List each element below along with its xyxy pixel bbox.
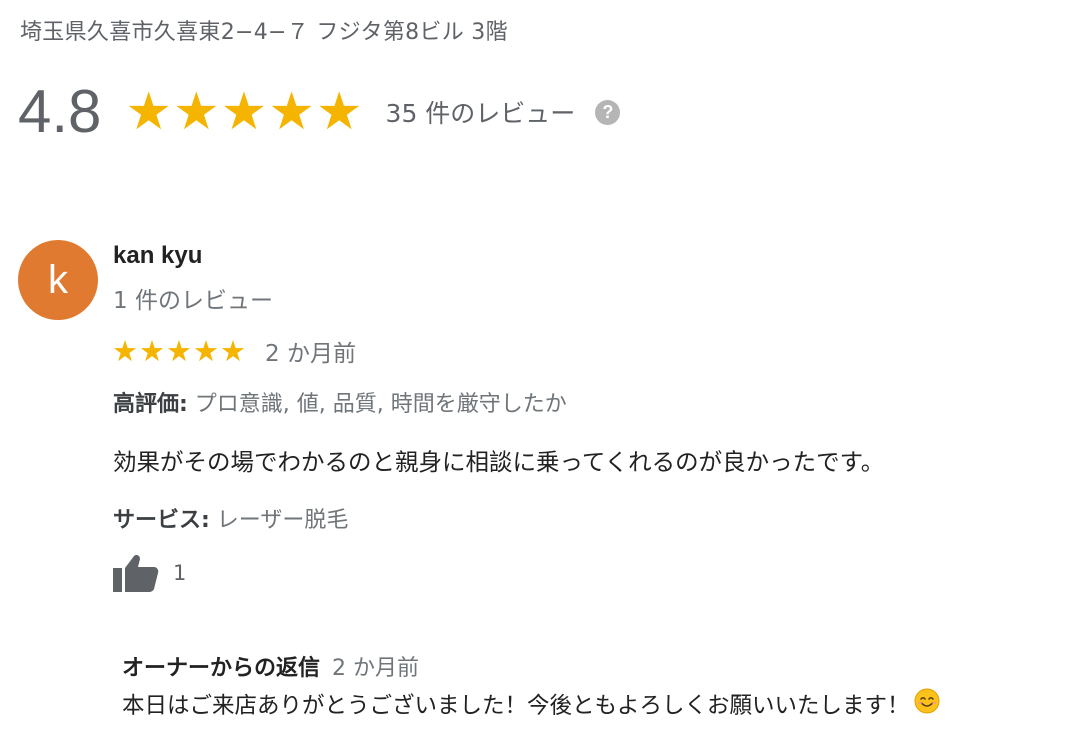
review-text: 効果がその場でわかるのと親身に相談に乗ってくれるのが良かったです。 xyxy=(113,448,885,476)
service-value: レーザー脱毛 xyxy=(209,508,349,533)
highlights-label: 高評価: xyxy=(113,392,188,417)
reviewer-review-count: 1 件のレビュー xyxy=(113,288,273,314)
star-icon: ★ xyxy=(193,333,219,368)
like-count: 1 xyxy=(173,561,187,585)
avatar[interactable]: k xyxy=(18,240,98,320)
star-icon: ★ xyxy=(315,82,363,142)
owner-reply-header: オーナーからの返信 2 か月前 xyxy=(122,650,940,682)
star-icon: ★ xyxy=(268,82,315,142)
review-service: サービス: レーザー脱毛 xyxy=(113,502,348,534)
owner-reply: オーナーからの返信 2 か月前 本日はご来店ありがとうございました！今後ともよろ… xyxy=(122,650,940,720)
review-date: 2 か月前 xyxy=(265,341,356,367)
smiling-face-icon xyxy=(914,688,940,720)
review-stars: ★ ★ ★ ★ ★ xyxy=(112,333,247,368)
owner-reply-title: オーナーからの返信 xyxy=(122,656,321,681)
owner-reply-body: 本日はご来店ありがとうございました！今後ともよろしくお願いいたします！ xyxy=(122,688,940,720)
overall-rating: 4.8 xyxy=(18,78,102,145)
star-icon: ★ xyxy=(139,333,165,368)
review-highlights: 高評価: プロ意識, 値, 品質, 時間を厳守したか xyxy=(113,386,567,418)
star-icon: ★ xyxy=(220,333,246,368)
owner-reply-text: 本日はご来店ありがとうございました！今後ともよろしくお願いいたします！ xyxy=(122,693,910,719)
overall-stars: ★ ★ ★ ★ ★ xyxy=(125,86,363,138)
like-row: 1 xyxy=(113,552,186,594)
help-icon[interactable]: ? xyxy=(595,99,621,125)
place-address: 埼玉県久喜市久喜東2−4−７ フジタ第8ビル 3階 xyxy=(20,20,508,45)
highlights-value: プロ意識, 値, 品質, 時間を厳守したか xyxy=(187,392,567,417)
star-icon: ★ xyxy=(220,82,268,142)
thumbs-up-icon[interactable] xyxy=(113,552,159,594)
rating-summary: 4.8 ★ ★ ★ ★ ★ 35 件のレビュー ? xyxy=(18,78,621,145)
star-icon: ★ xyxy=(173,82,220,142)
reviewer-name[interactable]: kan kyu xyxy=(113,242,202,270)
star-icon: ★ xyxy=(112,333,138,368)
star-icon: ★ xyxy=(125,82,173,142)
star-icon: ★ xyxy=(166,333,192,368)
review-count-link[interactable]: 35 件のレビュー xyxy=(386,94,576,130)
review-rating-row: ★ ★ ★ ★ ★ 2 か月前 xyxy=(112,334,356,368)
owner-reply-date: 2 か月前 xyxy=(332,656,420,681)
service-label: サービス: xyxy=(113,508,210,533)
